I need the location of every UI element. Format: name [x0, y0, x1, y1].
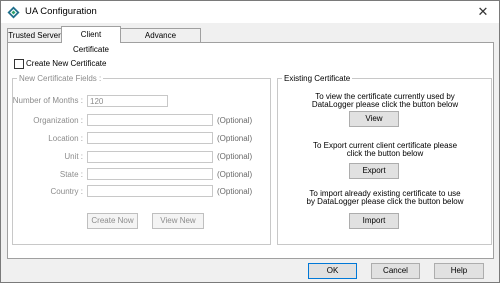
title-bar[interactable]: UA Configuration ✕	[1, 1, 499, 23]
tab-client-certificate-label: Client Certificate	[72, 30, 109, 54]
organization-label: Organization :	[33, 116, 83, 125]
country-input[interactable]	[87, 185, 213, 197]
organization-input[interactable]	[87, 114, 213, 126]
close-icon: ✕	[477, 4, 489, 19]
export-certificate-button[interactable]: Export	[349, 163, 399, 179]
view-instruction-text-line2: DataLogger please click the button below	[311, 100, 459, 109]
view-new-button[interactable]: View New	[152, 213, 204, 229]
new-certificate-fields-legend: New Certificate Fields :	[17, 73, 104, 84]
import-instruction-text-line2: by DataLogger please click the button be…	[306, 197, 464, 206]
location-label: Location :	[48, 134, 83, 143]
state-optional-hint: (Optional)	[217, 170, 253, 179]
number-of-months-label: Number of Months :	[12, 96, 83, 105]
tab-client-certificate[interactable]: Client Certificate	[61, 26, 121, 54]
tab-advance-configuration[interactable]: Advance Configuration	[120, 28, 201, 53]
number-of-months-input[interactable]: 120	[87, 95, 168, 107]
state-input[interactable]	[87, 168, 213, 180]
close-button[interactable]: ✕	[467, 1, 499, 23]
view-certificate-button[interactable]: View	[349, 111, 399, 127]
location-optional-hint: (Optional)	[217, 134, 253, 143]
country-optional-hint: (Optional)	[217, 187, 253, 196]
ua-configuration-window: UA Configuration ✕ Trusted Server Client…	[0, 0, 500, 283]
import-certificate-button[interactable]: Import	[349, 213, 399, 229]
cancel-button[interactable]: Cancel	[371, 263, 420, 279]
create-new-certificate-checkbox[interactable]	[14, 59, 24, 69]
unit-optional-hint: (Optional)	[217, 152, 253, 161]
window-title: UA Configuration	[25, 6, 97, 17]
create-now-button[interactable]: Create Now	[87, 213, 138, 229]
help-button[interactable]: Help	[434, 263, 484, 279]
organization-optional-hint: (Optional)	[217, 116, 253, 125]
tab-trusted-server[interactable]: Trusted Server	[7, 28, 62, 42]
export-instruction-text-line2: click the button below	[346, 149, 424, 158]
state-label: State :	[59, 170, 83, 179]
country-label: Country :	[50, 187, 83, 196]
tab-trusted-server-label: Trusted Server	[8, 31, 61, 40]
ua-app-icon	[7, 6, 20, 19]
location-input[interactable]	[87, 132, 213, 144]
existing-certificate-legend: Existing Certificate	[282, 73, 353, 84]
ok-button[interactable]: OK	[308, 263, 357, 279]
unit-input[interactable]	[87, 151, 213, 163]
unit-label: Unit :	[64, 152, 83, 161]
create-new-certificate-label[interactable]: Create New Certificate	[26, 58, 106, 69]
